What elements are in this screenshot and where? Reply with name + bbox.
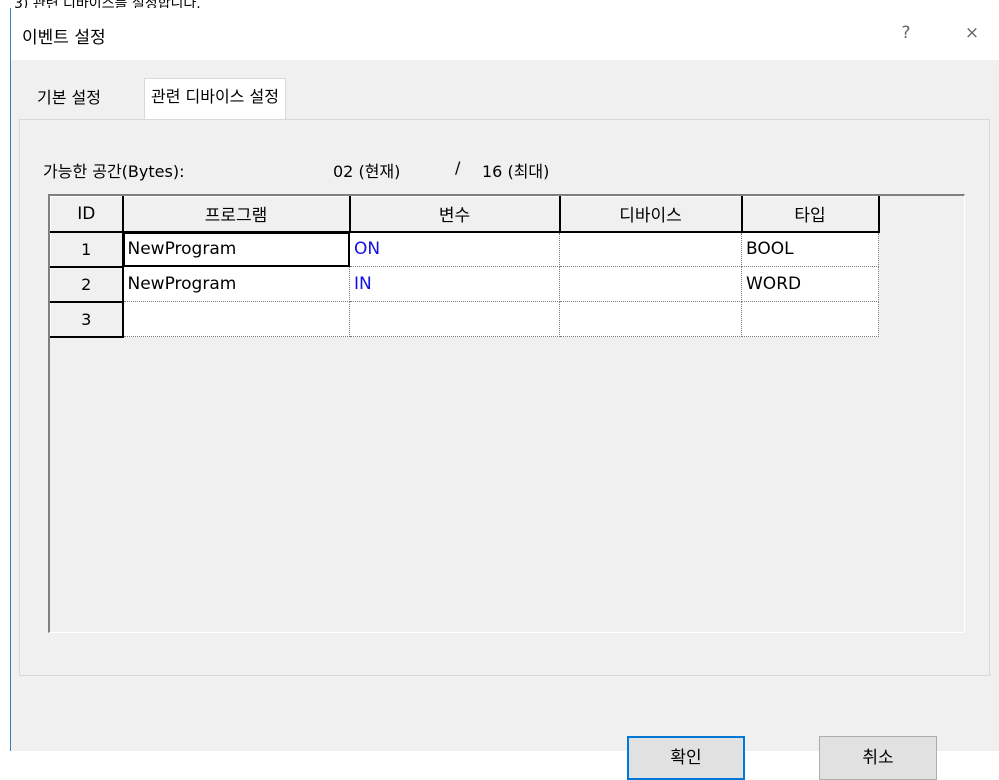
device-cell[interactable] xyxy=(559,266,742,302)
title-bar: 이벤트 설정 ? × xyxy=(11,8,999,60)
table-row: 2 NewProgram IN WORD xyxy=(50,266,879,303)
program-cell[interactable] xyxy=(122,301,350,337)
row-header[interactable]: 3 xyxy=(50,301,124,338)
current-space-value: 02 (현재) xyxy=(333,162,401,181)
table-row: 3 xyxy=(50,301,879,338)
ok-button[interactable]: 확인 xyxy=(627,736,745,780)
cancel-button[interactable]: 취소 xyxy=(819,736,937,780)
column-header-id[interactable]: ID xyxy=(50,196,124,233)
device-cell[interactable] xyxy=(559,231,742,267)
tab-related-device-settings[interactable]: 관련 디바이스 설정 xyxy=(144,78,286,120)
variable-cell[interactable]: ON xyxy=(349,231,560,267)
document-caption: 3) 관련 디바이스를 설정합니다. xyxy=(14,0,201,8)
column-header-type[interactable]: 타입 xyxy=(741,196,880,233)
device-grid[interactable]: ID 프로그램 변수 디바이스 타입 1 NewProgram ON BOOL xyxy=(48,194,965,633)
event-settings-dialog: 이벤트 설정 ? × 기본 설정 관련 디바이스 설정 가능한 공간(Bytes… xyxy=(10,8,999,780)
column-header-device[interactable]: 디바이스 xyxy=(559,196,743,233)
row-header[interactable]: 1 xyxy=(50,231,124,268)
max-space-value: 16 (최대) xyxy=(482,162,550,181)
type-cell[interactable]: WORD xyxy=(741,266,879,302)
dialog-title: 이벤트 설정 xyxy=(22,28,106,48)
program-cell[interactable]: NewProgram xyxy=(122,231,350,267)
space-separator: / xyxy=(455,158,461,177)
tab-basic-settings[interactable]: 기본 설정 xyxy=(31,80,107,120)
device-table: ID 프로그램 변수 디바이스 타입 1 NewProgram ON BOOL xyxy=(50,196,880,338)
variable-cell[interactable] xyxy=(349,301,560,337)
table-row: 1 NewProgram ON BOOL xyxy=(50,231,879,268)
tab-panel: 가능한 공간(Bytes): 02 (현재) / 16 (최대) ID 프로그램… xyxy=(19,119,990,676)
device-cell[interactable] xyxy=(559,301,742,337)
close-icon[interactable]: × xyxy=(949,18,995,48)
available-space-label: 가능한 공간(Bytes): xyxy=(43,162,185,181)
program-cell[interactable]: NewProgram xyxy=(122,266,350,302)
variable-cell[interactable]: IN xyxy=(349,266,560,302)
table-header-row: ID 프로그램 변수 디바이스 타입 xyxy=(50,196,880,233)
help-icon[interactable]: ? xyxy=(883,18,929,48)
column-header-program[interactable]: 프로그램 xyxy=(122,196,351,233)
column-header-variable[interactable]: 변수 xyxy=(349,196,561,233)
row-header[interactable]: 2 xyxy=(50,266,124,303)
type-cell[interactable] xyxy=(741,301,879,337)
type-cell[interactable]: BOOL xyxy=(741,231,879,267)
dialog-client-area: 기본 설정 관련 디바이스 설정 가능한 공간(Bytes): 02 (현재) … xyxy=(11,60,999,780)
